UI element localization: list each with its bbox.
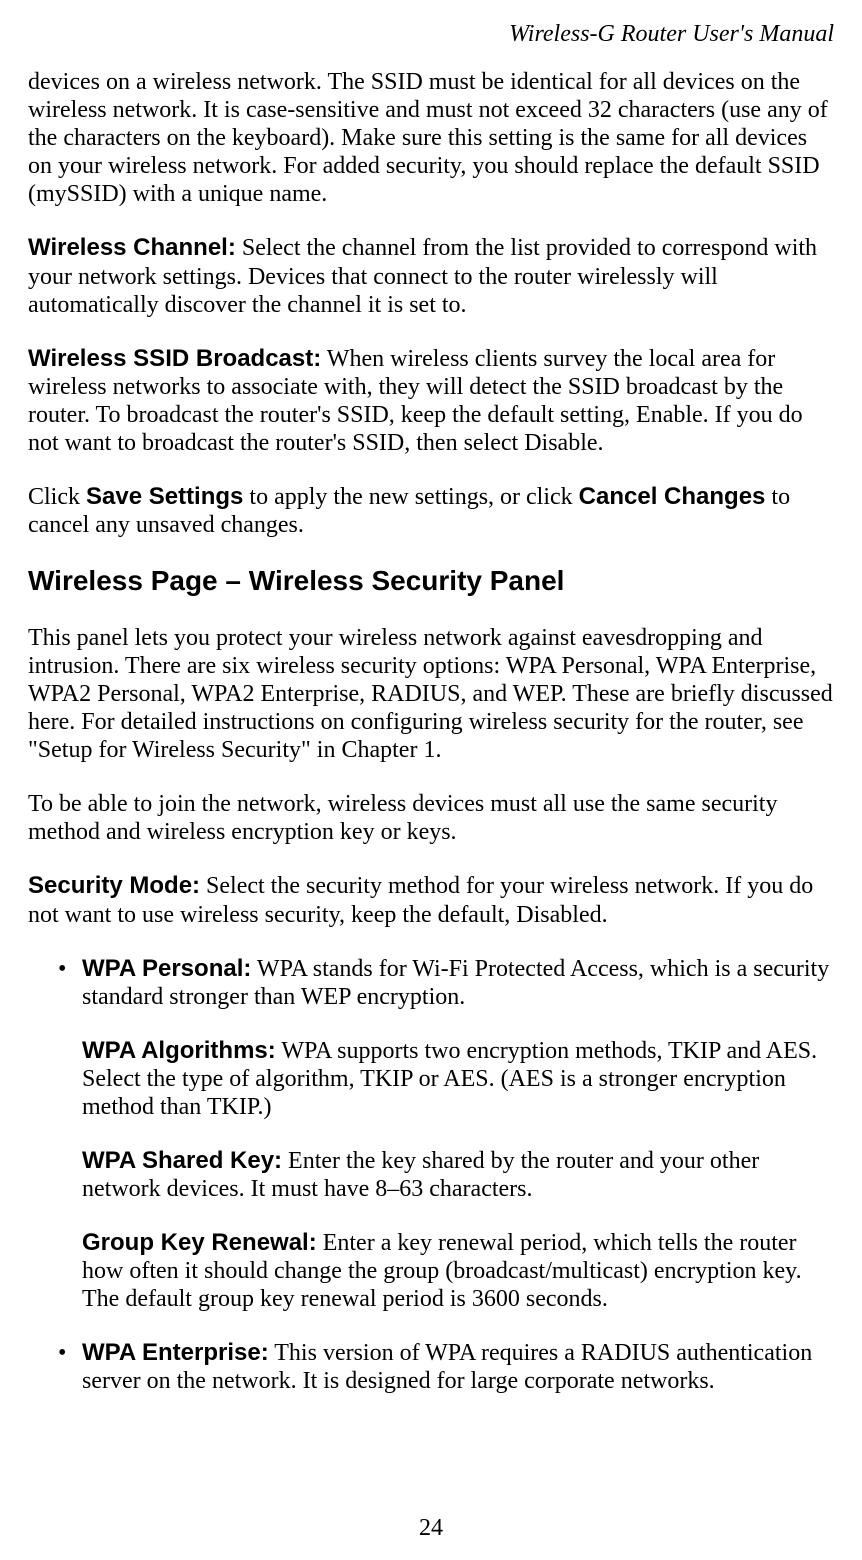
label-cancel-changes: Cancel Changes xyxy=(579,483,766,510)
block-wpa-shared-key: WPA Shared Key: Enter the key shared by … xyxy=(28,1147,834,1203)
label-wpa-enterprise: WPA Enterprise: xyxy=(82,1339,269,1366)
label-wireless-channel: Wireless Channel: xyxy=(28,234,236,261)
paragraph-join-note: To be able to join the network, wireless… xyxy=(28,790,834,846)
bullet-wpa-personal: WPA Personal: WPA stands for Wi-Fi Prote… xyxy=(28,955,834,1011)
paragraph-save-cancel: Click Save Settings to apply the new set… xyxy=(28,483,834,539)
section-heading-wireless-security: Wireless Page – Wireless Security Panel xyxy=(28,565,834,598)
bullet-wpa-enterprise: WPA Enterprise: This version of WPA requ… xyxy=(28,1339,834,1395)
paragraph-ssid-broadcast: Wireless SSID Broadcast: When wireless c… xyxy=(28,345,834,457)
label-wpa-personal: WPA Personal: xyxy=(82,955,251,982)
paragraph-ssid-intro: devices on a wireless network. The SSID … xyxy=(28,68,834,208)
block-group-key-renewal: Group Key Renewal: Enter a key renewal p… xyxy=(28,1229,834,1313)
paragraph-wireless-channel: Wireless Channel: Select the channel fro… xyxy=(28,234,834,318)
block-wpa-algorithms: WPA Algorithms: WPA supports two encrypt… xyxy=(28,1037,834,1121)
label-security-mode: Security Mode: xyxy=(28,872,200,899)
label-wpa-shared-key: WPA Shared Key: xyxy=(82,1147,282,1174)
label-save-settings: Save Settings xyxy=(86,483,243,510)
label-wpa-algorithms: WPA Algorithms: xyxy=(82,1037,276,1064)
paragraph-security-mode: Security Mode: Select the security metho… xyxy=(28,872,834,928)
page-number: 24 xyxy=(0,1514,862,1542)
label-ssid-broadcast: Wireless SSID Broadcast: xyxy=(28,345,321,372)
paragraph-security-intro: This panel lets you protect your wireles… xyxy=(28,624,834,764)
text-save-1: Click xyxy=(28,484,86,510)
running-header: Wireless-G Router User's Manual xyxy=(28,20,834,48)
text-save-2: to apply the new settings, or click xyxy=(243,484,578,510)
label-group-key-renewal: Group Key Renewal: xyxy=(82,1229,317,1256)
document-page: Wireless-G Router User's Manual devices … xyxy=(0,0,862,1560)
